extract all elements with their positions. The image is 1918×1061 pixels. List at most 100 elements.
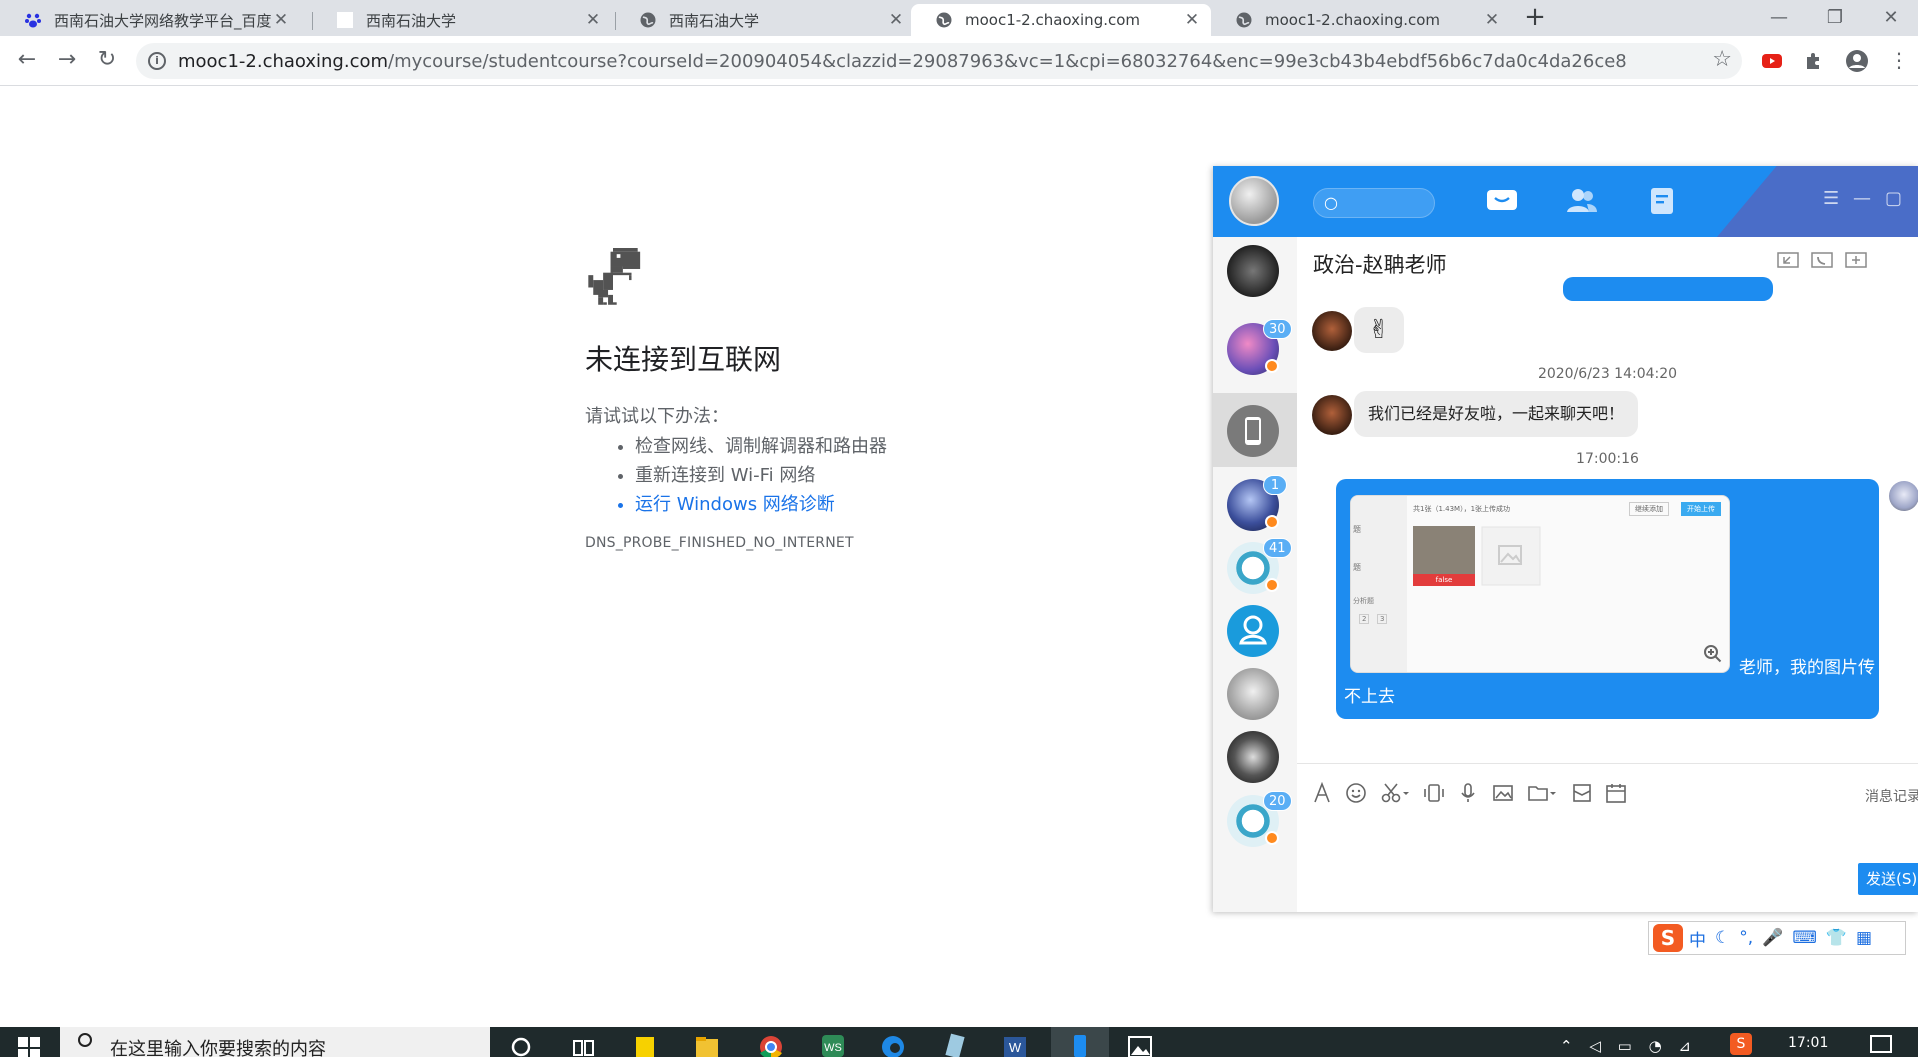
chat-search-input[interactable]: ○	[1313, 188, 1435, 218]
timestamp: 2020/6/23 14:04:20	[1537, 366, 1678, 382]
windows-taskbar: 在这里输入你要搜索的内容 WS W ⌃ ◁ ▭ ◔ ⊿ S 17:01	[0, 1027, 1918, 1060]
restore-window-icon[interactable]: ❐	[1808, 0, 1862, 36]
url-text[interactable]: mooc1-2.chaoxing.com/mycourse/studentcou…	[178, 51, 1627, 72]
contacts-tab-icon[interactable]	[1565, 186, 1599, 216]
menu-kebab-icon[interactable]: ⋮	[1886, 48, 1912, 74]
my-message-text-line1: 老师，我的图片传	[1739, 658, 1875, 678]
tab-5[interactable]: mooc1-2.chaoxing.com ✕	[1211, 4, 1511, 36]
sogou-logo-icon[interactable]: S	[1653, 924, 1683, 952]
dinosaur-icon[interactable]	[585, 248, 641, 306]
unread-badge: 30	[1263, 319, 1292, 339]
teacher-avatar[interactable]	[1312, 311, 1352, 351]
sogou-tray-icon[interactable]: S	[1730, 1033, 1752, 1055]
word-icon[interactable]: W	[1000, 1031, 1030, 1057]
zoom-in-icon[interactable]	[1703, 644, 1723, 664]
ime-chinese-mode[interactable]: 中	[1689, 926, 1706, 951]
minimize-window-icon[interactable]: —	[1752, 0, 1806, 36]
messages-tab-icon[interactable]	[1485, 186, 1519, 216]
folder-file-icon[interactable]	[1527, 782, 1557, 804]
ime-moon-icon[interactable]: ☾	[1715, 928, 1730, 948]
close-window-icon[interactable]: ✕	[1864, 0, 1918, 36]
puzzle-extensions-icon[interactable]	[1802, 49, 1826, 73]
chrome-icon[interactable]	[756, 1031, 786, 1057]
cortana-circle-icon[interactable]	[506, 1031, 536, 1057]
menu-lines-icon[interactable]: ☰	[1823, 188, 1839, 209]
new-tab-button[interactable]: +	[1521, 4, 1549, 32]
close-tab-icon[interactable]: ✕	[272, 10, 290, 30]
profile-avatar-icon[interactable]	[1845, 49, 1869, 73]
screenshot-scissors-icon[interactable]	[1380, 782, 1410, 804]
emoji-smile-icon[interactable]	[1345, 782, 1367, 804]
chat-window: ○ ☰ — ▢ 30 1 41 20 政治-赵聃老师 ✌ 2020/6/23 1…	[1213, 166, 1918, 912]
my-avatar[interactable]	[1229, 176, 1279, 226]
contact-avatar[interactable]	[1227, 245, 1279, 297]
ime-toolbox-icon[interactable]: ▦	[1856, 928, 1872, 948]
image-upload-icon[interactable]	[1492, 782, 1514, 804]
youtube-extension-icon[interactable]	[1760, 49, 1784, 73]
edge-icon[interactable]	[878, 1031, 908, 1057]
ime-punctuation-icon[interactable]: °,	[1739, 928, 1753, 948]
send-button[interactable]: 发送(S)	[1858, 863, 1918, 895]
site-info-icon[interactable]: i	[148, 52, 166, 70]
shake-window-icon[interactable]	[1423, 782, 1445, 804]
contact-avatar[interactable]: 41	[1227, 538, 1292, 594]
device-contact[interactable]	[1227, 405, 1279, 457]
bookmark-star-icon[interactable]: ☆	[1712, 47, 1732, 72]
search-icon: ○	[1324, 193, 1338, 212]
network-diagnostics-link[interactable]: 运行 Windows 网络诊断	[635, 490, 1005, 519]
action-center-icon[interactable]	[1870, 1035, 1892, 1053]
tab-1[interactable]: 西南石油大学网络教学平台_百度 ✕	[0, 4, 300, 36]
ime-microphone-icon[interactable]: 🎤	[1762, 928, 1783, 948]
offline-heading: 未连接到互联网	[585, 343, 782, 376]
reload-icon[interactable]: ↻	[94, 48, 120, 74]
my-message-avatar[interactable]	[1889, 481, 1918, 511]
file-explorer-icon[interactable]	[692, 1031, 722, 1057]
composer-divider	[1297, 763, 1918, 764]
sticky-notes-icon[interactable]	[630, 1031, 660, 1057]
uploaded-screenshot[interactable]: 题 题 分析题 2 3 共1张（1.43M），1张上传成功 继续添加 开始上传 …	[1350, 495, 1730, 673]
teacher-avatar[interactable]	[1312, 395, 1352, 435]
contact-avatar[interactable]	[1227, 731, 1279, 783]
message-history-link[interactable]: 消息记录	[1865, 786, 1918, 806]
wps-office-icon[interactable]: WS	[818, 1031, 848, 1057]
system-tray-icons[interactable]: ⌃ ◁ ▭ ◔ ⊿	[1560, 1037, 1697, 1055]
notes-tab-icon[interactable]	[1645, 186, 1679, 216]
chat-minimize-icon[interactable]: —	[1853, 188, 1871, 209]
screenshot-page-btn: 2	[1359, 614, 1370, 624]
photos-icon[interactable]	[1125, 1031, 1155, 1057]
forward-arrow-icon[interactable]: →	[54, 48, 80, 74]
task-view-icon[interactable]	[568, 1031, 598, 1057]
contact-avatar[interactable]: 1	[1227, 475, 1287, 531]
windows-start-icon[interactable]	[18, 1037, 40, 1059]
document-viewer-icon[interactable]	[940, 1031, 970, 1057]
screen-share-icon[interactable]	[1777, 251, 1799, 271]
back-arrow-icon[interactable]: ←	[14, 48, 40, 74]
ime-skin-icon[interactable]: 👕	[1826, 928, 1847, 948]
add-member-icon[interactable]	[1845, 251, 1867, 271]
voice-microphone-icon[interactable]	[1457, 782, 1479, 804]
contact-avatar[interactable]: 20	[1227, 791, 1292, 847]
baidu-paw-icon	[24, 11, 42, 29]
close-tab-icon[interactable]: ✕	[887, 10, 905, 30]
emoji-message: ✌	[1354, 307, 1404, 353]
close-tab-icon[interactable]: ✕	[1483, 10, 1501, 30]
taskbar-search-box[interactable]: 在这里输入你要搜索的内容	[60, 1027, 490, 1060]
tab-4-active[interactable]: mooc1-2.chaoxing.com ✕	[911, 4, 1211, 36]
group-contact[interactable]	[1227, 605, 1279, 657]
calendar-icon[interactable]	[1605, 782, 1627, 804]
close-tab-icon[interactable]: ✕	[584, 10, 602, 30]
ime-keyboard-icon[interactable]: ⌨	[1792, 928, 1817, 948]
phone-app-icon[interactable]	[1065, 1031, 1095, 1057]
font-style-icon[interactable]	[1311, 782, 1333, 804]
contact-avatar[interactable]	[1227, 668, 1279, 720]
tab-2[interactable]: 西南石油大学 ✕	[312, 4, 612, 36]
voice-call-icon[interactable]	[1811, 251, 1833, 271]
chat-maximize-icon[interactable]: ▢	[1885, 188, 1902, 209]
screenshot-side-label: 分析题	[1353, 597, 1374, 605]
tab-3[interactable]: 西南石油大学 ✕	[615, 4, 915, 36]
taskbar-clock[interactable]: 17:01	[1788, 1035, 1828, 1051]
red-packet-icon[interactable]	[1571, 782, 1593, 804]
address-bar[interactable]: i mooc1-2.chaoxing.com/mycourse/studentc…	[136, 43, 1742, 79]
close-tab-icon[interactable]: ✕	[1183, 10, 1201, 30]
contact-avatar[interactable]: 30	[1227, 319, 1292, 375]
